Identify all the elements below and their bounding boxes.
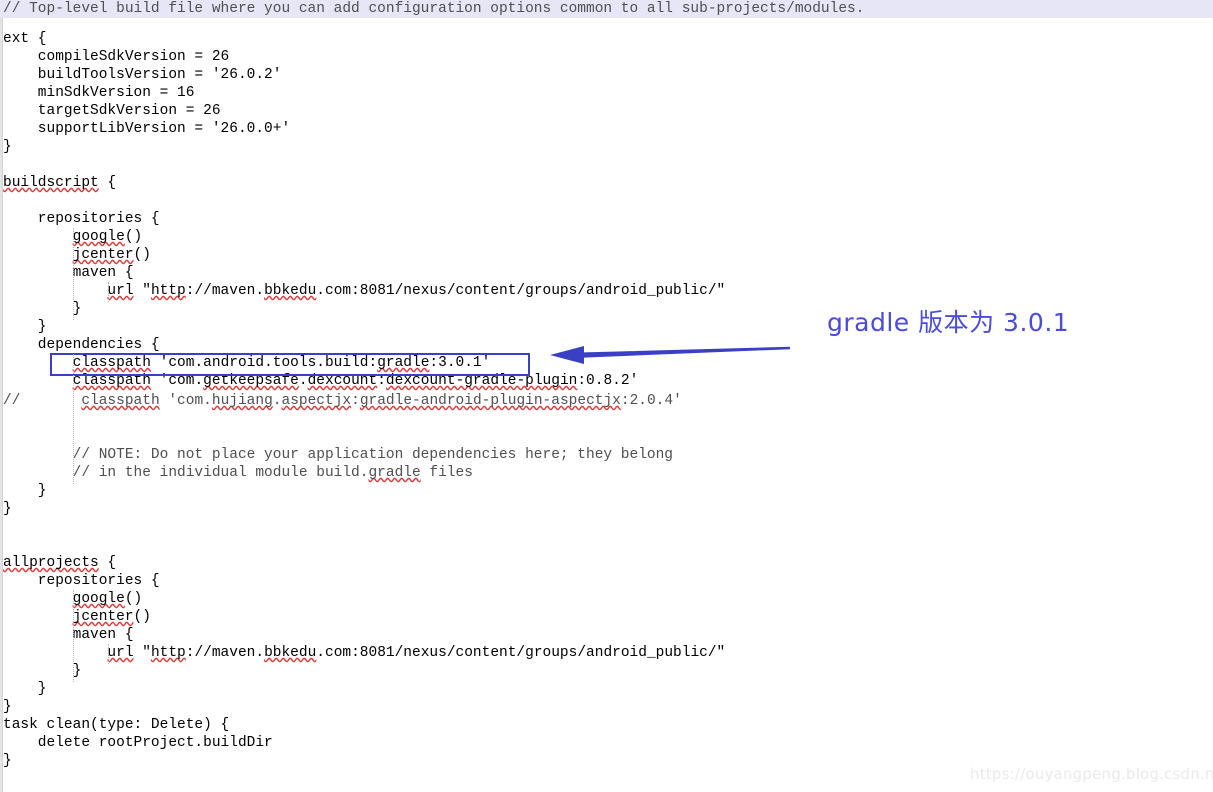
code-line-text: compileSdkVersion = 26 [3, 49, 230, 65]
code-line-text: maven { [3, 627, 134, 643]
code-line[interactable]: minSdkVersion = 16 [0, 84, 1213, 102]
code-line[interactable] [0, 192, 1213, 210]
code-line[interactable]: buildscript { [0, 174, 1213, 192]
code-line[interactable]: supportLibVersion = '26.0.0+' [0, 120, 1213, 138]
code-line[interactable]: } [0, 138, 1213, 156]
spellcheck-word: http [150, 283, 186, 299]
code-line-text: ext { [3, 31, 47, 47]
spellcheck-word: hujiang [211, 393, 273, 409]
code-line-text: } [3, 501, 12, 517]
code-line-text: } [3, 699, 12, 715]
spellcheck-word: bbkedu [264, 283, 317, 299]
classpath-highlight-box [50, 353, 530, 376]
code-line-text: repositories { [3, 573, 160, 589]
code-line[interactable]: repositories { [0, 210, 1213, 228]
spellcheck-word: classpath [81, 393, 160, 409]
spellcheck-word: http [150, 645, 186, 661]
code-line[interactable] [0, 156, 1213, 174]
code-line-text: jcenter() [72, 609, 151, 625]
indent-guide [73, 228, 75, 320]
code-line[interactable]: targetSdkVersion = 26 [0, 102, 1213, 120]
spellcheck-word: bbkedu [264, 645, 317, 661]
watermark-url: https://ouyangpeng.blog.csdn.net [970, 765, 1213, 783]
code-line-text: buildscript { [3, 175, 117, 191]
code-line[interactable]: task clean(type: Delete) { [0, 716, 1213, 734]
code-line[interactable]: jcenter() [0, 608, 1213, 626]
spellcheck-word: allprojects [3, 555, 99, 571]
code-line-text: dependencies { [3, 337, 160, 353]
code-line[interactable]: allprojects { [0, 554, 1213, 572]
code-line[interactable]: compileSdkVersion = 26 [0, 48, 1213, 66]
code-line[interactable]: // classpath 'com.hujiang.aspectjx:gradl… [0, 392, 1213, 410]
code-line[interactable] [0, 518, 1213, 536]
spellcheck-word: google [72, 591, 125, 607]
spellcheck-word: url [107, 645, 134, 661]
code-line[interactable]: maven { [0, 626, 1213, 644]
code-line-text: jcenter() [72, 247, 151, 263]
code-line-text: } [3, 681, 47, 697]
code-editor-screenshot: // Top-level build file where you can ad… [0, 0, 1213, 792]
code-line-text: } [3, 301, 82, 317]
code-line[interactable]: google() [0, 590, 1213, 608]
indent-guide [73, 354, 75, 484]
spellcheck-word: jcenter [72, 609, 134, 625]
code-text-area[interactable]: // Top-level build file where you can ad… [0, 0, 1213, 792]
code-line-text: targetSdkVersion = 26 [3, 103, 221, 119]
code-line-text: google() [72, 229, 143, 245]
spellcheck-word: gradle-android-plugin-aspectjx [359, 393, 621, 409]
code-line[interactable]: // Top-level build file where you can ad… [0, 0, 1213, 18]
code-line[interactable] [0, 428, 1213, 446]
spellcheck-word: url [107, 283, 134, 299]
code-line-text: } [3, 319, 47, 335]
code-line-text: // classpath 'com.hujiang.aspectjx:gradl… [3, 393, 682, 409]
code-line[interactable] [0, 410, 1213, 428]
code-line[interactable]: delete rootProject.buildDir [0, 734, 1213, 752]
code-line-text: buildToolsVersion = '26.0.2' [3, 67, 282, 83]
code-line[interactable]: // NOTE: Do not place your application d… [0, 446, 1213, 464]
code-line[interactable]: maven { [0, 264, 1213, 282]
code-line-text: google() [72, 591, 143, 607]
code-line[interactable]: } [0, 482, 1213, 500]
code-line-text: } [3, 139, 12, 155]
code-line-text: supportLibVersion = '26.0.0+' [3, 121, 291, 137]
code-line-text: } [3, 663, 82, 679]
code-line[interactable]: ext { [0, 30, 1213, 48]
code-line-text: // in the individual module build.gradle… [3, 465, 473, 481]
code-line-text: delete rootProject.buildDir [3, 735, 273, 751]
code-line[interactable]: repositories { [0, 572, 1213, 590]
spellcheck-word: google [72, 229, 125, 245]
indent-guide [108, 644, 110, 664]
code-line[interactable]: } [0, 500, 1213, 518]
code-line-text: } [3, 483, 47, 499]
indent-guide [108, 282, 110, 302]
code-line-text: task clean(type: Delete) { [3, 717, 230, 733]
code-line[interactable]: buildToolsVersion = '26.0.2' [0, 66, 1213, 84]
indent-guide [73, 590, 75, 682]
spellcheck-word: buildscript [3, 175, 99, 191]
spellcheck-word: jcenter [72, 247, 134, 263]
code-line[interactable] [0, 536, 1213, 554]
spellcheck-word: aspectjx [281, 393, 352, 409]
code-line-text: minSdkVersion = 16 [3, 85, 195, 101]
code-line[interactable]: url "http://maven.bbkedu.com:8081/nexus/… [0, 644, 1213, 662]
code-line[interactable]: } [0, 680, 1213, 698]
code-line-text: // Top-level build file where you can ad… [3, 1, 865, 17]
code-line[interactable]: url "http://maven.bbkedu.com:8081/nexus/… [0, 282, 1213, 300]
code-line-text: repositories { [3, 211, 160, 227]
code-line-text: allprojects { [3, 555, 117, 571]
annotation-label: gradle 版本为 3.0.1 [827, 308, 1070, 337]
spellcheck-word: gradle [368, 465, 421, 481]
code-line-text: // NOTE: Do not place your application d… [3, 447, 674, 463]
code-line[interactable]: // in the individual module build.gradle… [0, 464, 1213, 482]
code-line[interactable]: google() [0, 228, 1213, 246]
code-line[interactable]: jcenter() [0, 246, 1213, 264]
code-line[interactable]: } [0, 698, 1213, 716]
code-line-text: maven { [3, 265, 134, 281]
code-line[interactable]: } [0, 662, 1213, 680]
code-line-text: } [3, 753, 12, 769]
